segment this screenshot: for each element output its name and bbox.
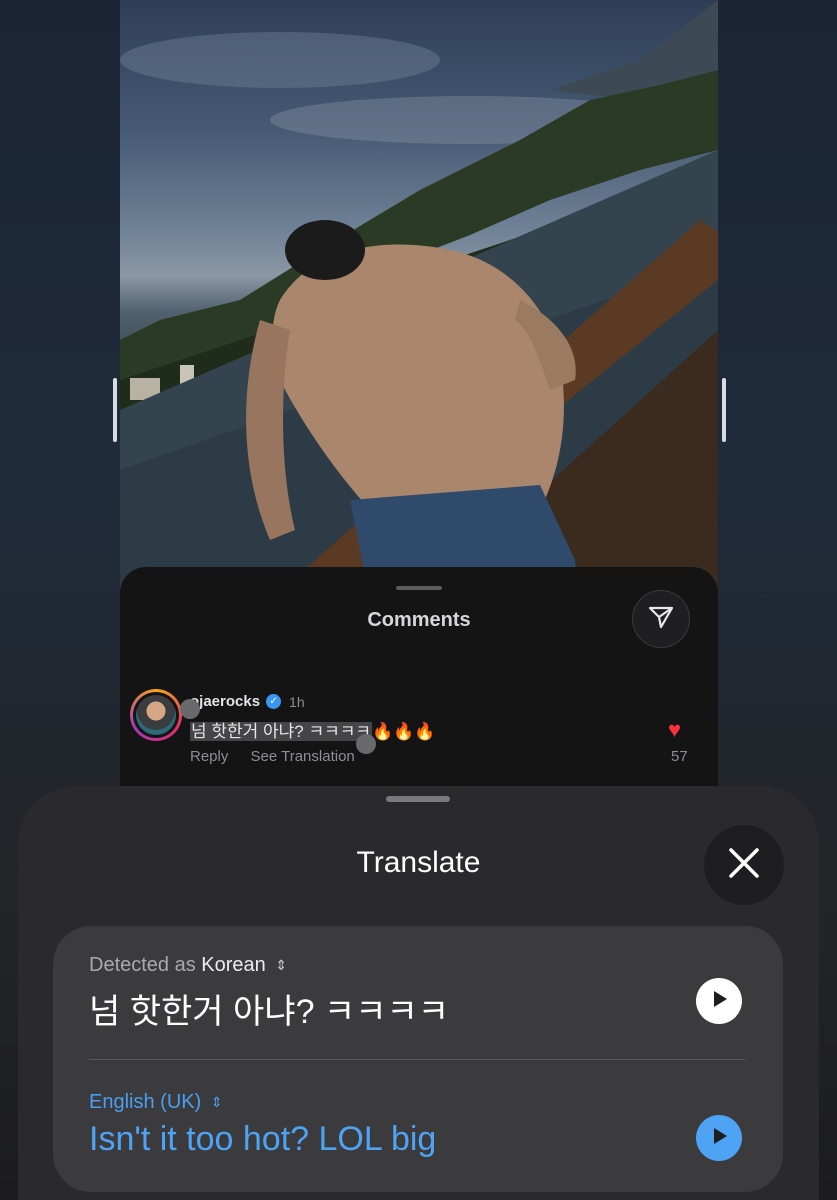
screen: Comments ojaerocks ✓ 1h 넘 핫한거 아냐? ㅋㅋㅋㅋ🔥🔥… (0, 0, 837, 1200)
target-language[interactable]: English (UK) (89, 1091, 201, 1113)
fire-emoji: 🔥🔥🔥 (372, 722, 436, 741)
play-source-button[interactable] (696, 978, 742, 1024)
comment-time: 1h (289, 693, 305, 710)
translate-grabber[interactable] (386, 796, 450, 802)
comments-grabber[interactable] (396, 586, 442, 590)
comment-header: ojaerocks ✓ 1h (190, 693, 305, 710)
see-translation-button[interactable]: See Translation (251, 748, 355, 765)
comments-title: Comments (367, 609, 471, 631)
detected-prefix: Detected as (89, 954, 196, 976)
comment-username[interactable]: ojaerocks (190, 693, 260, 710)
like-count: 57 (671, 748, 688, 765)
chevron-updown-icon: ⇕ (275, 957, 288, 974)
heart-icon[interactable]: ♥ (668, 717, 681, 743)
left-resize-handle[interactable] (113, 378, 117, 442)
translate-title: Translate (356, 846, 481, 879)
source-language-selector[interactable]: Detected as Korean ⇕ (89, 954, 287, 977)
close-icon (727, 846, 761, 885)
avatar-inner (133, 692, 179, 738)
translate-sheet: Translate Detected as Korean ⇕ 넘 핫한거 아냐?… (18, 786, 819, 1200)
post-photo (120, 0, 718, 600)
right-resize-handle[interactable] (722, 378, 726, 442)
play-target-button[interactable] (696, 1115, 742, 1161)
close-button[interactable] (704, 825, 784, 905)
translation-card: Detected as Korean ⇕ 넘 핫한거 아냐? ㅋㅋㅋㅋ Engl… (53, 926, 783, 1192)
avatar[interactable] (130, 689, 182, 741)
share-button[interactable] (632, 590, 690, 648)
send-icon (647, 603, 675, 636)
source-language[interactable]: Korean (201, 954, 266, 976)
reply-button[interactable]: Reply (190, 748, 228, 765)
verified-icon: ✓ (266, 694, 282, 709)
avatar-image (136, 695, 176, 735)
divider (89, 1059, 745, 1060)
play-icon (709, 989, 729, 1014)
source-text: 넘 핫한거 아냐? ㅋㅋㅋㅋ (89, 993, 450, 1031)
chevron-updown-icon: ⇕ (210, 1094, 223, 1111)
target-language-selector[interactable]: English (UK) ⇕ (89, 1091, 223, 1114)
selected-comment-text[interactable]: 넘 핫한거 아냐? ㅋㅋㅋㅋ (190, 722, 373, 741)
comment-text[interactable]: 넘 핫한거 아냐? ㅋㅋㅋㅋ🔥🔥🔥 (190, 717, 436, 742)
comment-actions: Reply See Translation (190, 748, 373, 765)
play-icon (709, 1126, 729, 1151)
target-text: Isn't it too hot? LOL big (89, 1120, 437, 1158)
selection-start-handle[interactable] (180, 699, 200, 719)
